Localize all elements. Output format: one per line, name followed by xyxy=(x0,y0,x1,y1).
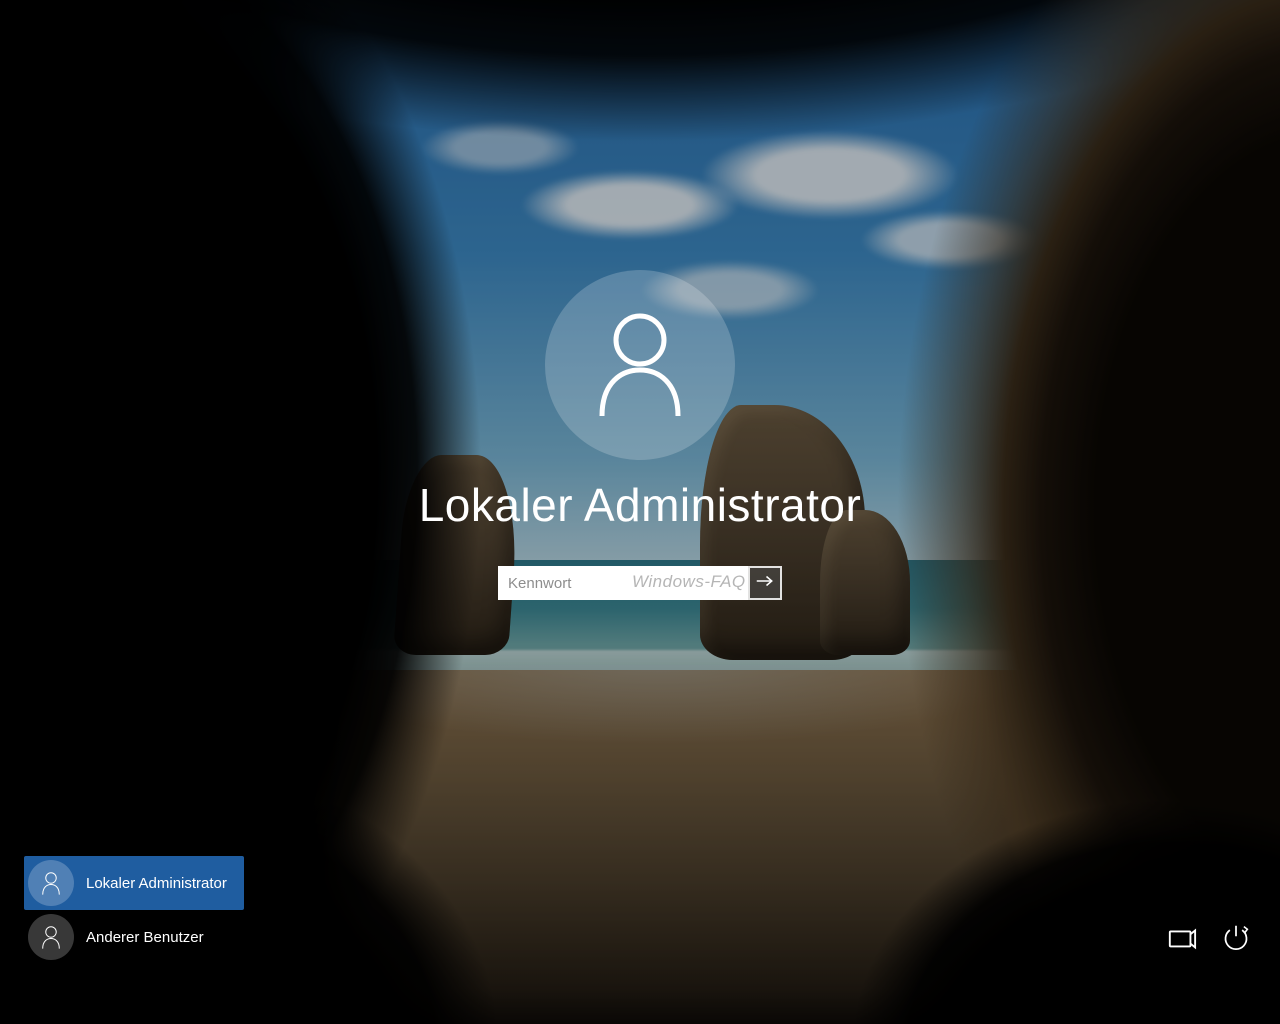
power-icon xyxy=(1222,924,1250,957)
user-switcher: Lokaler Administrator Anderer Benutzer xyxy=(24,856,244,964)
arrow-right-icon xyxy=(756,574,774,593)
user-tile-lokaler-administrator[interactable]: Lokaler Administrator xyxy=(24,856,244,910)
user-avatar xyxy=(545,270,735,460)
submit-button[interactable] xyxy=(748,566,782,600)
user-tile-anderer-benutzer[interactable]: Anderer Benutzer xyxy=(24,910,244,964)
user-icon xyxy=(28,860,74,906)
user-tile-label: Anderer Benutzer xyxy=(86,929,204,946)
password-input[interactable] xyxy=(498,566,748,600)
power-button[interactable] xyxy=(1220,924,1252,956)
login-panel: Lokaler Administrator Windows-FAQ xyxy=(340,270,940,600)
password-row: Windows-FAQ xyxy=(340,566,940,600)
ease-of-access-button[interactable] xyxy=(1166,924,1198,956)
user-icon xyxy=(590,308,690,423)
ease-of-access-icon xyxy=(1167,923,1197,958)
user-icon xyxy=(28,914,74,960)
display-name: Lokaler Administrator xyxy=(340,478,940,532)
user-tile-label: Lokaler Administrator xyxy=(86,875,227,892)
system-controls xyxy=(1166,924,1252,956)
